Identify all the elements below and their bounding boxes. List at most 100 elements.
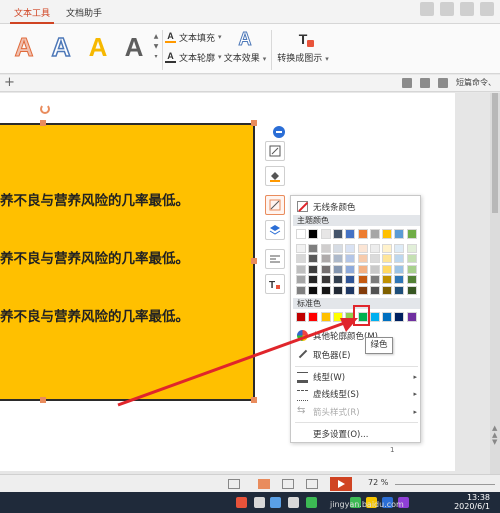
system-clock[interactable]: 13:38 2020/6/1	[454, 493, 490, 511]
ribbon-option-icon[interactable]	[440, 2, 454, 16]
text-fill-button[interactable]: A 文本填充 ▾	[165, 30, 222, 44]
resize-handle[interactable]	[251, 397, 257, 403]
theme-color-swatch[interactable]	[308, 285, 319, 295]
shape-text-line[interactable]: 养不良与营养风险的几率最低。	[0, 247, 189, 267]
theme-color-swatch[interactable]	[394, 264, 405, 274]
resize-handle[interactable]	[251, 120, 257, 126]
notes-icon[interactable]	[228, 479, 240, 489]
theme-color-swatch[interactable]	[296, 275, 306, 284]
standard-color-swatch[interactable]	[382, 312, 393, 322]
shape-text-line[interactable]: 养不良与营养风险的几率最低。	[0, 305, 189, 325]
standard-color-swatch[interactable]	[394, 312, 405, 322]
cloud-icon[interactable]	[438, 77, 448, 88]
vertical-scrollbar[interactable]	[490, 93, 500, 474]
theme-color-swatch[interactable]	[406, 275, 417, 284]
no-outline-color-item[interactable]: 无线条颜色	[291, 198, 422, 215]
ribbon-option-icon[interactable]	[480, 2, 494, 16]
theme-color-swatch[interactable]	[308, 275, 319, 284]
theme-color-swatch[interactable]	[345, 275, 356, 284]
theme-color-swatch[interactable]	[296, 254, 306, 263]
theme-color-swatch[interactable]	[369, 243, 380, 253]
theme-color-swatch[interactable]	[345, 229, 356, 239]
theme-color-swatch[interactable]	[406, 264, 417, 274]
theme-color-swatch[interactable]	[357, 275, 368, 284]
convert-to-picture-button[interactable]: T 转换成图示 ▾	[277, 30, 329, 64]
theme-color-swatch[interactable]	[332, 264, 343, 274]
tab-text-tool[interactable]: 文本工具	[10, 7, 54, 24]
text-wrap-button[interactable]	[265, 249, 285, 269]
theme-color-swatch[interactable]	[382, 254, 393, 263]
theme-color-swatch[interactable]	[369, 275, 380, 284]
theme-color-swatch[interactable]	[357, 254, 368, 263]
theme-color-swatch[interactable]	[369, 264, 380, 274]
slide-sorter-icon[interactable]	[282, 479, 294, 489]
theme-color-swatch[interactable]	[296, 264, 306, 274]
theme-color-swatch[interactable]	[308, 229, 319, 239]
shape-outline-button[interactable]	[265, 195, 285, 215]
line-style-item[interactable]: 线型(W) ▸	[291, 368, 422, 385]
theme-color-swatch[interactable]	[357, 285, 368, 295]
theme-color-swatch[interactable]	[332, 254, 343, 263]
theme-color-swatch[interactable]	[296, 229, 306, 239]
wordart-style-gray[interactable]: A	[120, 32, 148, 62]
shape-fill-button[interactable]	[265, 166, 285, 186]
theme-color-swatch[interactable]	[382, 229, 393, 239]
theme-color-swatch[interactable]	[320, 275, 331, 284]
theme-color-swatch[interactable]	[320, 243, 331, 253]
resize-handle[interactable]	[40, 397, 46, 403]
shape-text-line[interactable]: 养不良与营养风险的几率最低。	[0, 189, 189, 209]
theme-color-swatch[interactable]	[357, 229, 368, 239]
theme-color-swatch[interactable]	[382, 285, 393, 295]
wordart-style-orange[interactable]: A	[10, 32, 38, 63]
tray-icon[interactable]	[306, 497, 317, 508]
collapse-icon[interactable]	[269, 123, 285, 138]
tray-icon[interactable]	[254, 497, 265, 508]
standard-color-swatch[interactable]	[369, 312, 380, 322]
text-outline-button[interactable]: A 文本轮廓 ▾	[165, 50, 222, 64]
resize-handle[interactable]	[251, 258, 257, 264]
comment-icon[interactable]	[402, 77, 412, 88]
theme-color-swatch[interactable]	[308, 264, 319, 274]
theme-color-swatch[interactable]	[394, 229, 405, 239]
theme-color-swatch[interactable]	[406, 243, 417, 253]
theme-color-swatch[interactable]	[332, 275, 343, 284]
theme-color-swatch[interactable]	[382, 264, 393, 274]
theme-color-swatch[interactable]	[332, 243, 343, 253]
wordart-style-blue-outline[interactable]: A	[47, 31, 75, 63]
tab-doc-helper[interactable]: 文档助手	[62, 7, 110, 24]
rotate-handle-icon[interactable]	[40, 104, 50, 114]
normal-view-icon[interactable]	[258, 479, 270, 489]
theme-color-swatch[interactable]	[357, 243, 368, 253]
standard-color-swatch[interactable]	[406, 312, 417, 322]
theme-color-swatch[interactable]	[296, 285, 306, 295]
more-outline-colors-item[interactable]: 其他轮廓颜色(M)...	[291, 327, 422, 344]
dash-style-item[interactable]: 虚线线型(S) ▸	[291, 385, 422, 402]
ribbon-option-icon[interactable]	[420, 2, 434, 16]
scroll-nav-arrows[interactable]: ▲ ▲ ▼	[492, 425, 500, 446]
text-effect-button[interactable]: A 文本效果 ▾	[223, 30, 267, 65]
more-settings-item[interactable]: 更多设置(O)...	[291, 425, 422, 442]
theme-color-swatch[interactable]	[369, 285, 380, 295]
eyedropper-item[interactable]: 取色器(E)	[291, 346, 422, 363]
scroll-thumb[interactable]	[492, 93, 498, 213]
zoom-level[interactable]: 72 %	[368, 478, 388, 487]
resize-handle[interactable]	[40, 120, 46, 126]
theme-color-swatch[interactable]	[406, 229, 417, 239]
theme-color-swatch[interactable]	[296, 243, 306, 253]
theme-color-swatch[interactable]	[382, 275, 393, 284]
convert-picture-button[interactable]: T	[265, 274, 285, 294]
wordart-style-gold[interactable]: A	[84, 32, 112, 62]
theme-color-swatch[interactable]	[369, 254, 380, 263]
ribbon-option-icon[interactable]	[460, 2, 474, 16]
theme-color-swatch[interactable]	[345, 285, 356, 295]
wordart-gallery-scroll[interactable]: ▲ ▼ ▾	[152, 32, 160, 64]
theme-color-swatch[interactable]	[394, 254, 405, 263]
theme-color-swatch[interactable]	[332, 285, 343, 295]
theme-color-swatch[interactable]	[308, 243, 319, 253]
theme-color-swatch[interactable]	[406, 285, 417, 295]
selected-text-shape[interactable]: 养不良与营养风险的几率最低。 养不良与营养风险的几率最低。 养不良与营养风险的几…	[0, 123, 255, 401]
standard-color-swatch[interactable]	[296, 312, 306, 322]
add-tab-button[interactable]: +	[4, 76, 15, 90]
theme-color-swatch[interactable]	[320, 264, 331, 274]
slideshow-play-button[interactable]	[330, 477, 352, 491]
